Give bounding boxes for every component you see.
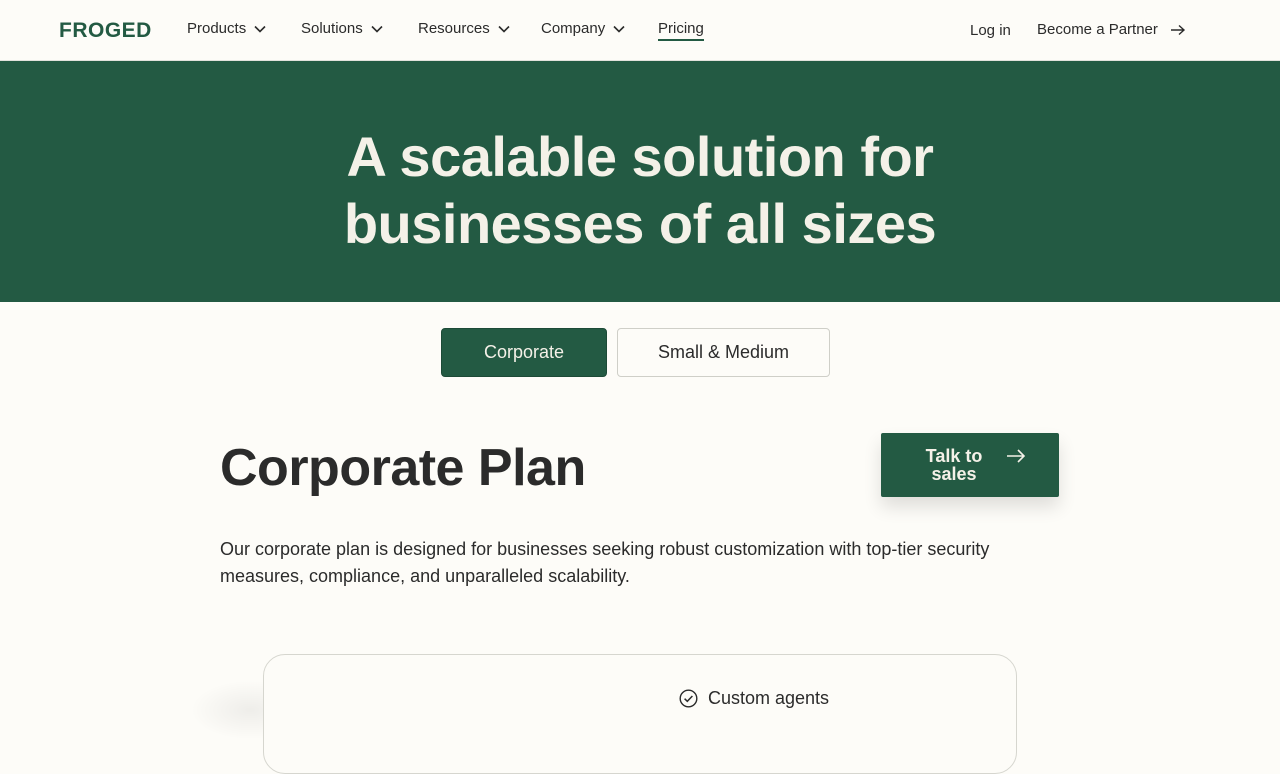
nav-company[interactable]: Company [541, 20, 625, 37]
arrow-right-icon [1006, 448, 1026, 464]
nav-pricing-label: Pricing [658, 20, 704, 37]
froged-logo[interactable]: FROGED [59, 19, 152, 43]
hero-title: A scalable solution for businesses of al… [0, 123, 1280, 257]
check-circle-icon [679, 689, 698, 708]
nav-pricing[interactable]: Pricing [658, 20, 704, 41]
chevron-down-icon [371, 25, 383, 33]
chevron-down-icon [254, 25, 266, 33]
tab-small-medium[interactable]: Small & Medium [617, 328, 830, 377]
talk-to-sales-button[interactable]: Talk to sales [881, 433, 1059, 497]
nav-resources[interactable]: Resources [418, 20, 510, 37]
become-partner-link[interactable]: Become a Partner [1037, 21, 1186, 38]
feature-label: Custom agents [708, 688, 830, 708]
hero-banner: A scalable solution for businesses of al… [0, 61, 1280, 302]
login-link[interactable]: Log in [970, 22, 1011, 39]
chevron-down-icon [613, 25, 625, 33]
nav-resources-label: Resources [418, 20, 490, 37]
nav-products[interactable]: Products [187, 20, 266, 37]
hero-title-line-1: A scalable solution for [346, 125, 934, 188]
arrow-right-icon [1170, 24, 1186, 36]
chevron-down-icon [498, 25, 510, 33]
plan-description: Our corporate plan is designed for busin… [220, 539, 990, 586]
nav-solutions[interactable]: Solutions [301, 20, 383, 37]
plan-title: Corporate Plan [220, 439, 586, 497]
nav-solutions-label: Solutions [301, 20, 363, 37]
top-navbar: FROGED Products Solutions Resources Comp… [0, 0, 1280, 61]
nav-products-label: Products [187, 20, 247, 37]
hero-title-line-2: businesses of all sizes [343, 192, 937, 255]
become-partner-label: Become a Partner [1037, 21, 1158, 38]
features-card [263, 654, 1017, 774]
nav-company-label: Company [541, 20, 606, 37]
tab-corporate[interactable]: Corporate [441, 328, 607, 377]
talk-to-sales-label: Talk to sales [925, 446, 983, 484]
feature-item: Custom agents [679, 688, 829, 709]
